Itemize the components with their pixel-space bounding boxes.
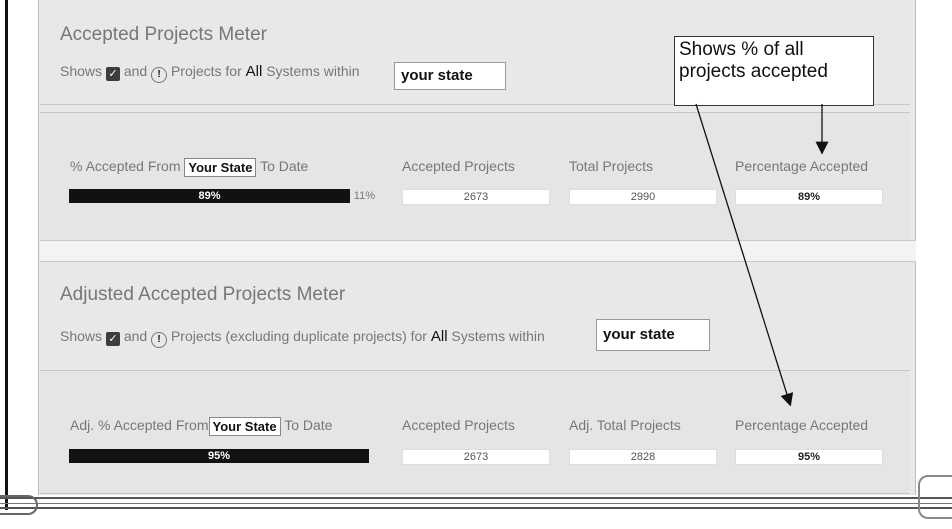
callout-arrows bbox=[695, 103, 829, 407]
bottom-right-curl bbox=[918, 475, 952, 519]
bottom-border bbox=[0, 497, 952, 499]
callout-arrow-to-meter2 bbox=[695, 103, 794, 407]
bottom-left-curl bbox=[0, 495, 38, 515]
bottom-border-outer bbox=[0, 507, 952, 509]
bottom-border-inner bbox=[0, 503, 952, 504]
